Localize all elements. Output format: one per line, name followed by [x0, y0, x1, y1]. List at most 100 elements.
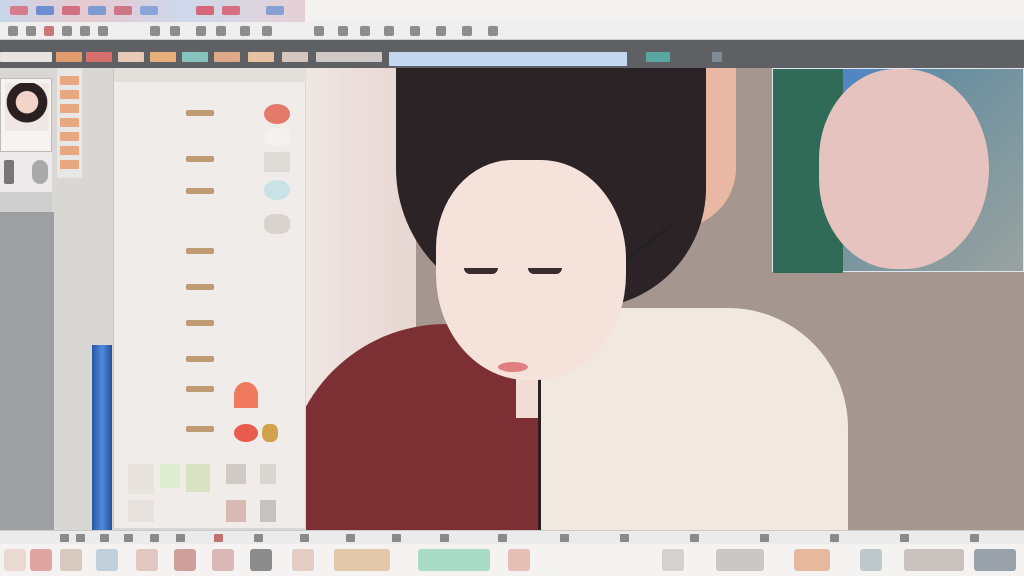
- zoom-icon[interactable]: [216, 26, 226, 36]
- rotate-icon[interactable]: [240, 26, 250, 36]
- thumbnail-icon[interactable]: [334, 549, 390, 571]
- layer-chip[interactable]: [60, 118, 79, 127]
- brush-thumbnail[interactable]: [160, 464, 180, 488]
- zoom-icon[interactable]: [488, 26, 498, 36]
- thumbnail-icon[interactable]: [212, 549, 234, 571]
- brush-preset[interactable]: [128, 350, 148, 370]
- tab-swatch[interactable]: [646, 52, 670, 62]
- brush-thumbnail[interactable]: [264, 152, 290, 172]
- thumbnail-icon[interactable]: [974, 549, 1016, 571]
- brush-preset[interactable]: [160, 318, 180, 338]
- brush-thumbnail[interactable]: [264, 180, 290, 200]
- rotate-icon[interactable]: [620, 534, 629, 542]
- brush-thumbnail[interactable]: [264, 104, 290, 124]
- zoom-icon[interactable]: [32, 160, 48, 184]
- brush-icon[interactable]: [150, 26, 160, 36]
- brush-preset[interactable]: [160, 282, 180, 302]
- thumbnail-icon[interactable]: [716, 549, 764, 571]
- menu-icon[interactable]: [10, 6, 28, 15]
- brush-preset[interactable]: [160, 218, 180, 238]
- brush-thumbnail[interactable]: [186, 464, 210, 492]
- thumbnail-icon[interactable]: [136, 549, 158, 571]
- zoom-icon[interactable]: [300, 534, 309, 542]
- brush-preset[interactable]: [228, 126, 248, 146]
- brush-preset[interactable]: [228, 182, 248, 202]
- layer-icon[interactable]: [970, 534, 979, 542]
- tab-active[interactable]: [389, 52, 627, 66]
- brush-preset[interactable]: [228, 104, 248, 124]
- eraser-icon[interactable]: [76, 534, 85, 542]
- brush-thumbnail[interactable]: [260, 464, 276, 484]
- layer-chip[interactable]: [60, 90, 79, 99]
- layer-chip[interactable]: [60, 146, 79, 155]
- thumbnail-icon[interactable]: [662, 549, 684, 571]
- brush-preset[interactable]: [228, 318, 248, 338]
- tab-swatch[interactable]: [150, 52, 176, 62]
- tab-swatch[interactable]: [56, 52, 82, 62]
- tab-swatch[interactable]: [316, 52, 382, 62]
- drawing-canvas[interactable]: [306, 68, 1024, 530]
- layer-icon[interactable]: [338, 26, 348, 36]
- thumbnail-icon[interactable]: [250, 549, 272, 571]
- tab-swatch[interactable]: [86, 52, 112, 62]
- zoom-icon[interactable]: [498, 534, 507, 542]
- layer-icon[interactable]: [62, 26, 72, 36]
- brush-preset[interactable]: [160, 248, 180, 268]
- thumbnail-icon[interactable]: [4, 549, 26, 571]
- thumbnail-icon[interactable]: [794, 549, 830, 571]
- brush-icon[interactable]: [170, 26, 180, 36]
- navigator-thumbnail[interactable]: [5, 83, 49, 131]
- layer-icon[interactable]: [462, 26, 472, 36]
- brush-thumbnail[interactable]: [128, 464, 154, 494]
- layer-chip[interactable]: [60, 132, 79, 141]
- brush-preset[interactable]: [160, 152, 180, 172]
- brush-thumbnail[interactable]: [226, 500, 246, 522]
- layer-chip[interactable]: [60, 160, 79, 169]
- layer-chip[interactable]: [60, 104, 79, 113]
- brush-preset[interactable]: [128, 318, 148, 338]
- menu-icon[interactable]: [36, 6, 54, 15]
- brush-preset[interactable]: [128, 282, 148, 302]
- layer-chip[interactable]: [60, 76, 79, 85]
- tab-swatch[interactable]: [182, 52, 208, 62]
- menu-icon[interactable]: [140, 6, 158, 15]
- thumbnail-icon[interactable]: [30, 549, 52, 571]
- brush-preset[interactable]: [228, 248, 248, 268]
- thumbnail-icon[interactable]: [508, 549, 530, 571]
- brush-icon[interactable]: [8, 26, 18, 36]
- zoom-icon[interactable]: [80, 26, 90, 36]
- rotate-icon[interactable]: [98, 26, 108, 36]
- layer-icon[interactable]: [690, 534, 699, 542]
- brush-preset[interactable]: [160, 104, 180, 124]
- thumbnail-icon[interactable]: [96, 549, 118, 571]
- brush-preset[interactable]: [128, 218, 148, 238]
- brush-thumbnail[interactable]: [262, 424, 278, 442]
- rotate-icon[interactable]: [150, 534, 159, 542]
- brush-preset[interactable]: [160, 350, 180, 370]
- tab-swatch[interactable]: [282, 52, 308, 62]
- brush-icon[interactable]: [314, 26, 324, 36]
- vertical-ruler[interactable]: [92, 345, 112, 530]
- brush-thumbnail[interactable]: [234, 424, 258, 442]
- rotate-icon[interactable]: [384, 26, 394, 36]
- brush-thumbnail[interactable]: [226, 464, 246, 484]
- brush-icon[interactable]: [60, 534, 69, 542]
- eraser-icon[interactable]: [900, 534, 909, 542]
- layer-icon[interactable]: [100, 534, 109, 542]
- reference-preview[interactable]: [772, 68, 1024, 273]
- brush-preset[interactable]: [160, 382, 180, 402]
- thumbnail-icon[interactable]: [60, 549, 82, 571]
- brush-icon[interactable]: [560, 534, 569, 542]
- brush-preset[interactable]: [128, 104, 148, 124]
- menu-icon[interactable]: [266, 6, 284, 15]
- brush-preset[interactable]: [128, 382, 148, 402]
- eraser-icon[interactable]: [26, 26, 36, 36]
- brush-icon[interactable]: [346, 534, 355, 542]
- brush-icon[interactable]: [262, 26, 272, 36]
- menu-icon[interactable]: [62, 6, 80, 15]
- brush-preset[interactable]: [228, 350, 248, 370]
- color-wheel-icon[interactable]: [44, 26, 54, 36]
- eraser-icon[interactable]: [392, 534, 401, 542]
- tab-swatch[interactable]: [0, 52, 52, 62]
- tab-swatch[interactable]: [214, 52, 240, 62]
